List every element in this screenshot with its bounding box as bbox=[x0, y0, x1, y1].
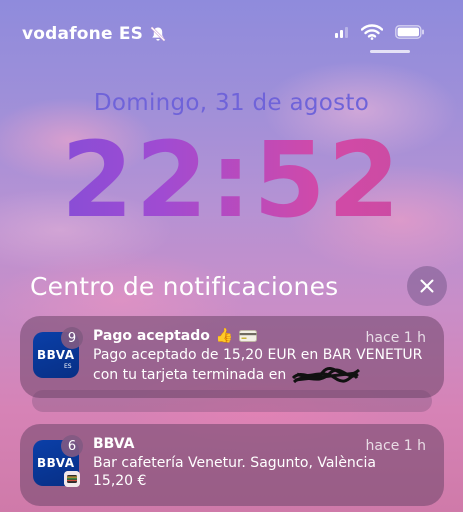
lock-screen-date: Domingo, 31 de agosto bbox=[93, 90, 370, 116]
notification-count-badge: 6 bbox=[61, 435, 83, 457]
wifi-icon bbox=[361, 24, 383, 40]
notification-body-text: Pago aceptado de 15,20 EUR en BAR VENETU… bbox=[93, 347, 423, 383]
close-icon bbox=[420, 279, 434, 293]
notification-stack-bbva-merchant[interactable]: BBVA 6 BBVA hace 1 h Bar cafetería Venet… bbox=[20, 424, 444, 506]
clear-notifications-button[interactable] bbox=[407, 266, 447, 306]
credit-card-icon bbox=[239, 330, 258, 342]
notification-count-badge: 9 bbox=[61, 327, 83, 349]
status-indicator-line bbox=[370, 50, 410, 53]
carrier-label: vodafone ES bbox=[22, 24, 167, 44]
notification-title: BBVA bbox=[93, 436, 135, 452]
notification-card[interactable]: BBVA ES 9 Pago aceptado 👍 hace 1 h Pago … bbox=[20, 316, 444, 398]
notification-time: hace 1 h bbox=[365, 330, 426, 346]
signal-icon bbox=[335, 27, 348, 38]
notification-center-title: Centro de notificaciones bbox=[30, 272, 339, 301]
bbva-logo-text: BBVA bbox=[37, 348, 75, 362]
bbva-es-mark: ES bbox=[64, 363, 72, 370]
notification-title-text: Pago aceptado bbox=[93, 328, 210, 344]
carrier-name: vodafone ES bbox=[22, 24, 144, 44]
notification-body: Pago aceptado de 15,20 EUR en BAR VENETU… bbox=[93, 346, 433, 386]
bbva-logo-text: BBVA bbox=[37, 456, 75, 470]
wallet-icon bbox=[64, 471, 80, 487]
notification-title-text: BBVA bbox=[93, 436, 135, 452]
battery-icon bbox=[395, 25, 424, 39]
status-bar: vodafone ES bbox=[0, 0, 463, 70]
redaction-scribble bbox=[291, 367, 360, 384]
notification-card[interactable]: BBVA 6 BBVA hace 1 h Bar cafetería Venet… bbox=[20, 424, 444, 506]
notification-body-line: Bar cafetería Venetur. Sagunto, València bbox=[93, 455, 376, 471]
status-icons bbox=[335, 24, 425, 40]
notification-title: Pago aceptado 👍 bbox=[93, 328, 258, 344]
notification-stack-bbva-payment[interactable]: BBVA ES 9 Pago aceptado 👍 hace 1 h Pago … bbox=[20, 316, 444, 412]
notification-time: hace 1 h bbox=[365, 438, 426, 454]
thumbs-up-icon: 👍 bbox=[215, 328, 234, 344]
notification-body-line: 15,20 € bbox=[93, 473, 147, 489]
bell-slash-icon bbox=[150, 26, 166, 42]
lock-screen-time: 22:52 bbox=[0, 120, 463, 240]
notification-body: Bar cafetería Venetur. Sagunto, València… bbox=[93, 454, 433, 490]
